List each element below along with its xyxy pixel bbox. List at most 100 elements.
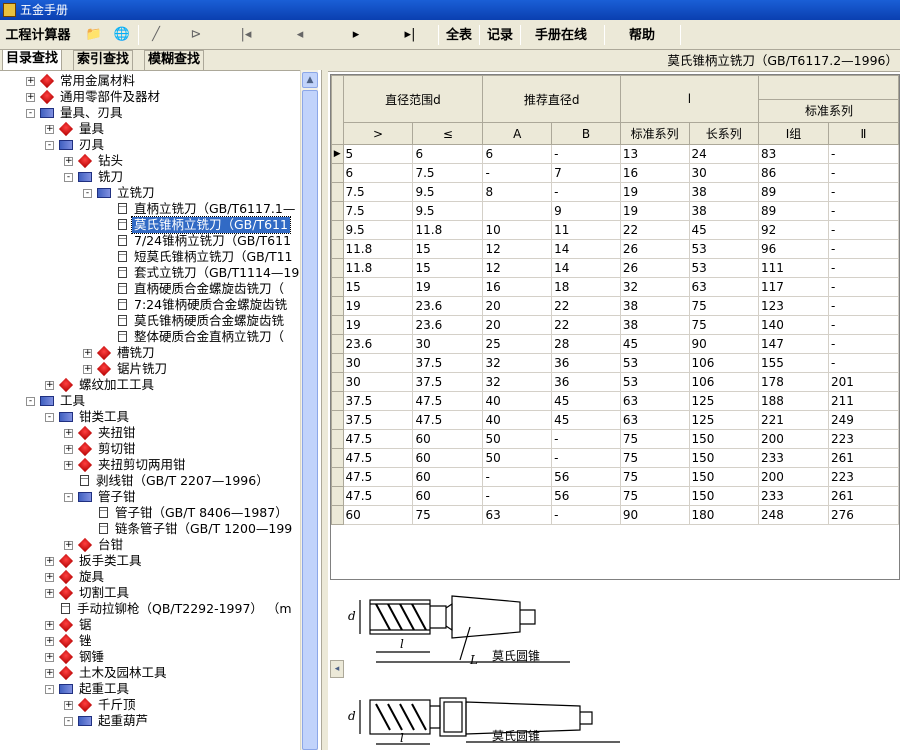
row-selector[interactable] <box>331 315 344 335</box>
table-cell[interactable]: 15 <box>412 239 484 259</box>
table-cell[interactable]: 12 <box>482 258 553 278</box>
calculator-button[interactable]: 工程计算器 <box>0 24 76 46</box>
tree-node[interactable]: 千斤顶 <box>77 697 138 713</box>
table-cell[interactable]: 20 <box>482 315 553 335</box>
table-cell[interactable]: 30 <box>342 353 414 373</box>
table-cell[interactable]: 53 <box>688 258 760 278</box>
table-cell[interactable]: 75 <box>619 467 690 487</box>
table-cell[interactable]: 40 <box>482 410 553 430</box>
table-cell[interactable]: 38 <box>619 296 690 316</box>
table-cell[interactable]: 19 <box>412 277 484 297</box>
table-cell[interactable]: 56 <box>551 486 621 506</box>
table-cell[interactable]: 249 <box>827 410 899 430</box>
table-cell[interactable]: 106 <box>688 353 760 373</box>
table-cell[interactable]: 32 <box>619 277 690 297</box>
table-cell[interactable]: 38 <box>688 182 760 202</box>
collapse-icon[interactable]: - <box>64 173 73 182</box>
table-cell[interactable]: 75 <box>412 505 484 525</box>
table-cell[interactable]: 125 <box>688 391 760 411</box>
table-cell[interactable]: 89 <box>758 201 829 221</box>
table-cell[interactable]: 223 <box>827 429 899 449</box>
tree-node[interactable]: 锯片铣刀 <box>96 361 169 377</box>
table-cell[interactable]: 22 <box>551 296 621 316</box>
table-cell[interactable]: 150 <box>688 486 760 506</box>
expand-icon[interactable]: + <box>83 349 92 358</box>
table-cell[interactable]: 89 <box>758 182 829 202</box>
table-cell[interactable]: 63 <box>619 391 690 411</box>
table-cell[interactable]: 96 <box>758 239 829 259</box>
table-cell[interactable]: - <box>827 296 899 316</box>
table-row[interactable]: 47.5 60 50-75 150 200 223 <box>331 429 899 449</box>
table-cell[interactable]: 14 <box>551 239 621 259</box>
table-cell[interactable]: 15 <box>412 258 484 278</box>
globe-icon[interactable]: 🌐 <box>110 25 134 45</box>
table-row[interactable]: 47.5 60-56 75 150 200 223 <box>331 467 899 487</box>
tree-node[interactable]: 链条管子钳（GB/T 1200—199 <box>97 521 294 537</box>
table-cell[interactable]: 123 <box>758 296 829 316</box>
expand-icon[interactable]: + <box>64 541 73 550</box>
table-cell[interactable]: 200 <box>758 467 829 487</box>
tree-node[interactable]: 锯 <box>58 617 94 633</box>
table-cell[interactable]: 32 <box>482 353 553 373</box>
table-cell[interactable]: 37.5 <box>412 372 484 392</box>
table-cell[interactable]: 8 <box>482 182 553 202</box>
tree-node[interactable]: 切割工具 <box>58 585 131 601</box>
table-cell[interactable]: 86 <box>758 163 829 183</box>
table-row[interactable]: 6 7.5-7 16 30 86- <box>331 163 899 183</box>
table-cell[interactable]: - <box>827 239 899 259</box>
online-button[interactable]: 手册在线 <box>526 24 596 46</box>
table-cell[interactable]: - <box>827 353 899 373</box>
table-row[interactable]: 19 23.6 20 22 38 75 140- <box>331 315 899 335</box>
table-cell[interactable]: 150 <box>688 429 760 449</box>
table-cell[interactable]: 56 <box>551 467 621 487</box>
table-cell[interactable]: 7.5 <box>412 163 484 183</box>
table-row[interactable]: 23.6 30 25 28 45 90 147- <box>331 334 899 354</box>
content-scroll-left-icon[interactable]: ◂ <box>330 660 344 678</box>
table-cell[interactable]: 23.6 <box>342 334 414 354</box>
row-selector[interactable] <box>331 277 344 297</box>
table-cell[interactable]: 150 <box>688 448 760 468</box>
expand-icon[interactable]: + <box>45 557 54 566</box>
tree-node[interactable]: 锉 <box>58 633 94 649</box>
tree-node[interactable]: 管子钳（GB/T 8406—1987） <box>97 505 290 521</box>
expand-icon[interactable]: + <box>64 157 73 166</box>
table-cell[interactable]: - <box>827 220 899 240</box>
tree-node[interactable]: 刃具 <box>59 137 106 153</box>
scroll-up-icon[interactable]: ▲ <box>302 72 318 88</box>
table-row[interactable]: 60 75 63-90 180 248 276 <box>331 505 899 525</box>
expand-icon[interactable]: + <box>45 573 54 582</box>
prev-record-icon[interactable]: ◂ <box>288 25 312 45</box>
table-cell[interactable]: 233 <box>758 448 829 468</box>
tree-node[interactable]: 钳类工具 <box>59 409 131 425</box>
row-selector[interactable] <box>331 258 344 278</box>
table-cell[interactable]: 211 <box>827 391 899 411</box>
table-cell[interactable]: 63 <box>482 505 553 525</box>
table-cell[interactable]: 53 <box>619 353 690 373</box>
table-cell[interactable]: 19 <box>619 201 690 221</box>
tree-node[interactable]: 钢锤 <box>58 649 106 665</box>
table-cell[interactable]: 201 <box>827 372 899 392</box>
table-cell[interactable]: 19 <box>342 296 414 316</box>
table-cell[interactable]: - <box>827 144 899 164</box>
table-cell[interactable]: 9.5 <box>342 220 414 240</box>
table-cell[interactable]: 23.6 <box>412 315 484 335</box>
table-cell[interactable]: 16 <box>619 163 690 183</box>
table-cell[interactable]: 47.5 <box>412 410 484 430</box>
expand-icon[interactable]: + <box>45 653 54 662</box>
table-cell[interactable]: 7.5 <box>342 201 414 221</box>
table-row[interactable]: 11.8 15 12 14 26 53 96- <box>331 239 899 259</box>
table-cell[interactable]: - <box>827 163 899 183</box>
table-cell[interactable]: 60 <box>342 505 414 525</box>
tree-node[interactable]: 旋具 <box>58 569 106 585</box>
table-cell[interactable]: 75 <box>688 315 760 335</box>
table-cell[interactable] <box>482 201 553 221</box>
table-row[interactable]: 37.5 47.5 40 45 63 125 221 249 <box>331 410 899 430</box>
table-cell[interactable]: 37.5 <box>412 353 484 373</box>
table-cell[interactable]: 50 <box>482 429 553 449</box>
table-cell[interactable]: 223 <box>827 467 899 487</box>
table-cell[interactable]: 50 <box>482 448 553 468</box>
tree-node[interactable]: 莫氏锥柄硬质合金螺旋齿铣 <box>116 313 286 329</box>
expand-icon[interactable]: + <box>83 365 92 374</box>
table-cell[interactable]: 36 <box>551 372 621 392</box>
tree-node[interactable]: 管子钳 <box>78 489 138 505</box>
